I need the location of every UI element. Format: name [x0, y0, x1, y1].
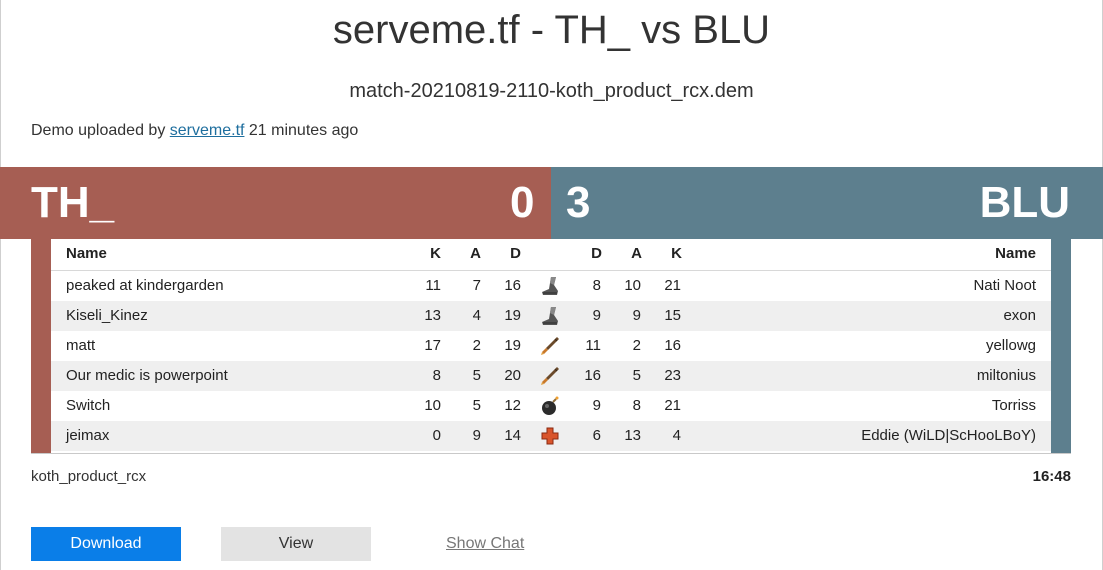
- rocket-icon: [537, 331, 563, 361]
- blue-player-name[interactable]: exon: [1003, 301, 1036, 331]
- blue-player-assists: 5: [632, 367, 641, 384]
- red-player-assists: 5: [472, 367, 481, 384]
- blue-player-deaths: 9: [592, 307, 601, 324]
- table-header: Name K A D D A K Name: [51, 239, 1051, 271]
- table-row: matt 17 2 19 11 2 16 yellowg: [51, 331, 1051, 361]
- blue-player-deaths: 9: [592, 397, 601, 414]
- red-player-name[interactable]: Our medic is powerpoint: [66, 361, 228, 391]
- show-chat-link[interactable]: Show Chat: [446, 527, 524, 561]
- red-player-name[interactable]: peaked at kindergarden: [66, 271, 224, 301]
- red-player-kills: 17: [424, 337, 441, 354]
- header-assists-right: A: [631, 245, 642, 262]
- page-title: serveme.tf - TH_ vs BLU: [332, 8, 771, 52]
- match-duration: 16:48: [1032, 468, 1071, 485]
- table-row: Switch 10 5 12 9 8 21 Torriss: [51, 391, 1051, 421]
- blue-player-kills: 4: [672, 427, 681, 444]
- blue-player-name[interactable]: Torriss: [992, 391, 1036, 421]
- view-button[interactable]: View: [221, 527, 371, 561]
- table-row: Our medic is powerpoint 8 5 20 16 5 23 m…: [51, 361, 1051, 391]
- red-player-deaths: 14: [504, 427, 521, 444]
- red-player-name[interactable]: jeimax: [66, 421, 109, 451]
- red-team-side-strip: [31, 239, 51, 453]
- blue-player-name[interactable]: Eddie (WiLD|ScHooLBoY): [861, 421, 1036, 451]
- blue-player-kills: 16: [664, 337, 681, 354]
- map-name: koth_product_rcx: [31, 468, 147, 485]
- red-player-assists: 7: [472, 277, 481, 294]
- blue-player-assists: 10: [624, 277, 641, 294]
- medic-cross-icon: [537, 421, 563, 451]
- blue-player-kills: 15: [664, 307, 681, 324]
- red-player-deaths: 19: [504, 337, 521, 354]
- blue-team-side-strip: [1051, 239, 1071, 453]
- header-assists-left: A: [470, 245, 481, 262]
- red-player-assists: 5: [472, 397, 481, 414]
- blue-player-assists: 13: [624, 427, 641, 444]
- scout-boot-icon: [537, 271, 563, 301]
- red-player-assists: 4: [472, 307, 481, 324]
- red-player-deaths: 19: [504, 307, 521, 324]
- blue-player-deaths: 8: [592, 277, 601, 294]
- blue-player-assists: 9: [632, 307, 641, 324]
- download-button[interactable]: Download: [31, 527, 181, 561]
- header-deaths-right: D: [591, 245, 602, 262]
- header-kills-left: K: [430, 245, 441, 262]
- red-player-deaths: 12: [504, 397, 521, 414]
- scout-boot-icon: [537, 301, 563, 331]
- blue-player-assists: 8: [632, 397, 641, 414]
- table-row: jeimax 0 9 14 6 13 4 Eddie (WiLD|ScHooLB…: [51, 421, 1051, 451]
- blue-player-name[interactable]: Nati Noot: [973, 271, 1036, 301]
- rocket-icon: [537, 361, 563, 391]
- red-player-kills: 11: [425, 277, 441, 294]
- header-deaths-left: D: [510, 245, 521, 262]
- blue-player-deaths: 16: [584, 367, 601, 384]
- blue-player-deaths: 11: [585, 337, 601, 354]
- blue-player-name[interactable]: yellowg: [986, 331, 1036, 361]
- red-team-name: TH_: [31, 178, 115, 227]
- table-bottom-divider: [31, 453, 1071, 454]
- demo-filename: match-20210819-2110-koth_product_rcx.dem: [349, 80, 754, 102]
- table-row: Kiseli_Kinez 13 4 19 9 9 15 exon: [51, 301, 1051, 331]
- blue-player-deaths: 6: [592, 427, 601, 444]
- blue-team-name: BLU: [979, 178, 1070, 227]
- bomb-icon: [537, 391, 563, 421]
- red-team-score: 0: [510, 178, 535, 227]
- red-player-deaths: 16: [504, 277, 521, 294]
- red-player-assists: 2: [472, 337, 481, 354]
- upload-info: Demo uploaded by serveme.tf 21 minutes a…: [31, 122, 358, 140]
- header-kills-right: K: [671, 245, 682, 262]
- red-player-name[interactable]: matt: [66, 331, 95, 361]
- red-player-name[interactable]: Kiseli_Kinez: [66, 301, 148, 331]
- blue-team-score: 3: [566, 178, 591, 227]
- red-player-name[interactable]: Switch: [66, 391, 110, 421]
- upload-time: 21 minutes ago: [244, 122, 359, 139]
- blue-player-assists: 2: [632, 337, 641, 354]
- red-player-assists: 9: [472, 427, 481, 444]
- red-player-deaths: 20: [504, 367, 521, 384]
- upload-prefix: Demo uploaded by: [31, 122, 170, 139]
- red-player-kills: 8: [432, 367, 441, 384]
- table-row: peaked at kindergarden 11 7 16 8 10 21 N…: [51, 271, 1051, 301]
- red-player-kills: 0: [432, 427, 441, 444]
- blue-player-kills: 21: [664, 397, 681, 414]
- blue-player-kills: 23: [664, 367, 681, 384]
- red-player-kills: 13: [424, 307, 441, 324]
- blue-player-kills: 21: [664, 277, 681, 294]
- blue-player-name[interactable]: miltonius: [977, 361, 1036, 391]
- red-player-kills: 10: [424, 397, 441, 414]
- header-name-left: Name: [66, 245, 107, 262]
- header-name-right: Name: [995, 245, 1036, 262]
- uploader-link[interactable]: serveme.tf: [170, 122, 245, 139]
- scoreboard-table: Name K A D D A K Name peaked at kinderga…: [51, 239, 1051, 453]
